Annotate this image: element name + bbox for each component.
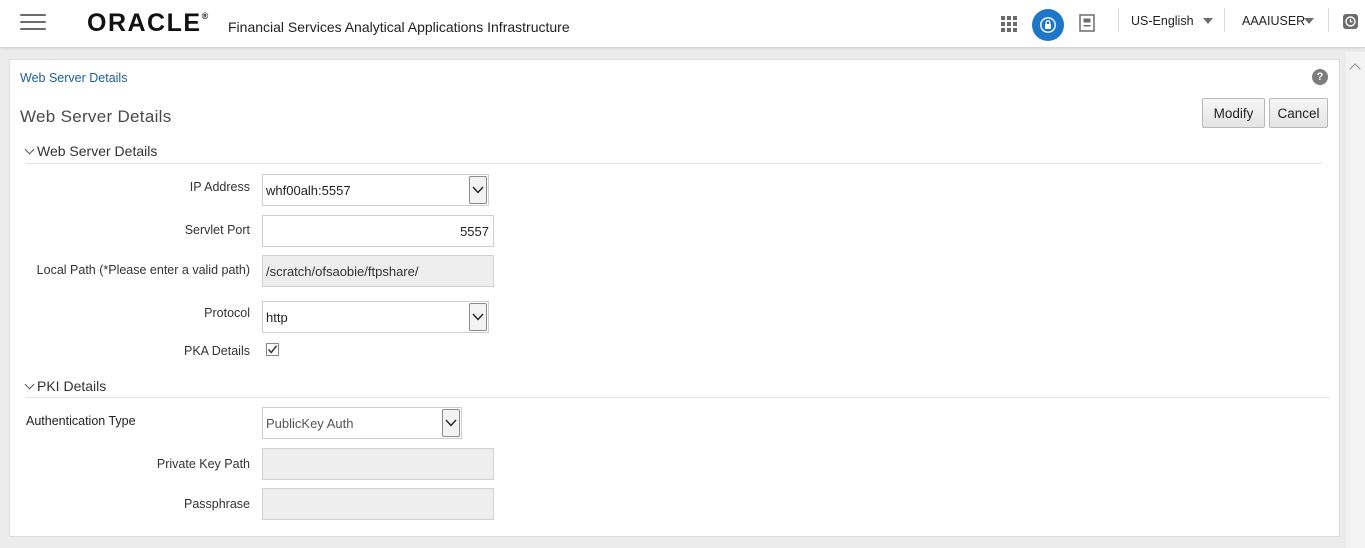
authentication-type-label: Authentication Type [26, 414, 136, 428]
private-key-path-label: Private Key Path [156, 457, 250, 471]
header-divider [1118, 8, 1119, 32]
local-path-input: /scratch/ofsaobie/ftpshare/ [262, 255, 494, 287]
user-caret-icon[interactable] [1304, 18, 1314, 24]
servlet-port-label: Servlet Port [184, 223, 250, 237]
lock-icon[interactable] [1032, 9, 1064, 41]
header-divider [1328, 8, 1329, 32]
chevron-down-icon[interactable] [469, 303, 487, 331]
protocol-select[interactable]: http [262, 301, 489, 333]
section-pki-details[interactable]: PKI Details [24, 378, 107, 394]
app-header: ORACLE® Financial Services Analytical Ap… [0, 0, 1365, 48]
authentication-type-select[interactable]: PublicKey Auth [262, 407, 462, 439]
header-divider [1224, 8, 1225, 32]
passphrase-label: Passphrase [183, 497, 250, 511]
authentication-type-value: PublicKey Auth [266, 415, 354, 431]
protocol-label: Protocol [204, 306, 250, 320]
chevron-down-icon[interactable] [469, 176, 487, 204]
check-icon [267, 345, 278, 354]
pka-details-checkbox[interactable] [266, 343, 279, 356]
chevron-down-icon[interactable] [442, 409, 460, 437]
chevron-down-icon [24, 144, 35, 155]
private-key-path-input [262, 448, 494, 480]
local-path-label: Local Path (*Please enter a valid path) [36, 263, 250, 277]
pka-details-label: PKA Details [183, 344, 250, 358]
apps-grid-icon[interactable] [1001, 16, 1017, 32]
oracle-logo-text: ORACLE [87, 9, 202, 37]
section-divider [26, 397, 1330, 398]
cancel-button[interactable]: Cancel [1269, 98, 1328, 128]
language-caret-icon[interactable] [1203, 18, 1213, 24]
web-server-details-panel: Web Server Details ? Web Server Details … [9, 59, 1340, 537]
language-selector[interactable]: US-English [1131, 14, 1194, 28]
protocol-value: http [266, 309, 288, 325]
breadcrumb[interactable]: Web Server Details [20, 71, 127, 85]
section-web-server-details[interactable]: Web Server Details [24, 143, 158, 159]
section-heading: Web Server Details [37, 143, 158, 159]
chevron-down-icon [24, 379, 35, 390]
passphrase-input [262, 488, 494, 520]
servlet-port-input[interactable]: 5557 [262, 215, 494, 247]
app-title: Financial Services Analytical Applicatio… [228, 19, 570, 35]
section-heading: PKI Details [37, 378, 107, 394]
modify-button[interactable]: Modify [1202, 98, 1265, 128]
document-icon[interactable] [1079, 14, 1095, 32]
ip-address-select[interactable]: whf00alh:5557 [262, 174, 489, 206]
clock-icon[interactable] [1342, 13, 1359, 30]
oracle-logo-mark: ® [201, 11, 209, 21]
vertical-scrollbar[interactable] [1346, 52, 1365, 548]
section-divider [26, 163, 1322, 164]
hamburger-menu-icon[interactable] [20, 14, 46, 32]
ip-address-value: whf00alh:5557 [266, 182, 351, 198]
oracle-logo: ORACLE® [87, 9, 208, 38]
page-title: Web Server Details [20, 107, 172, 126]
ip-address-label: IP Address [189, 180, 250, 194]
user-menu[interactable]: AAAIUSER [1242, 14, 1305, 28]
help-icon[interactable]: ? [1312, 69, 1328, 85]
